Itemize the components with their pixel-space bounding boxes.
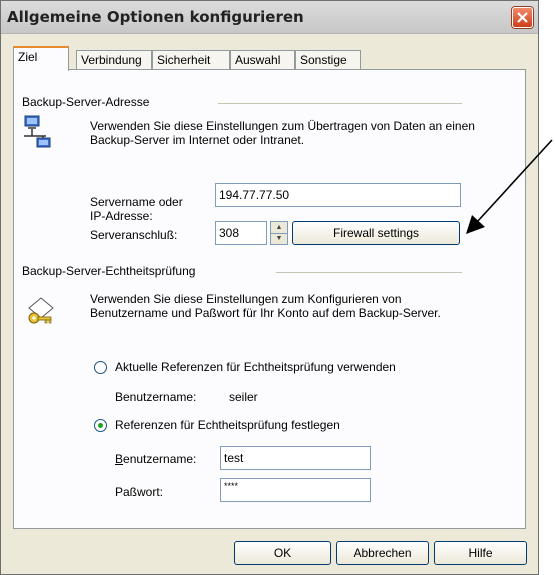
annotation-arrow [466, 139, 553, 234]
tab-ziel[interactable]: Ziel [13, 46, 69, 71]
